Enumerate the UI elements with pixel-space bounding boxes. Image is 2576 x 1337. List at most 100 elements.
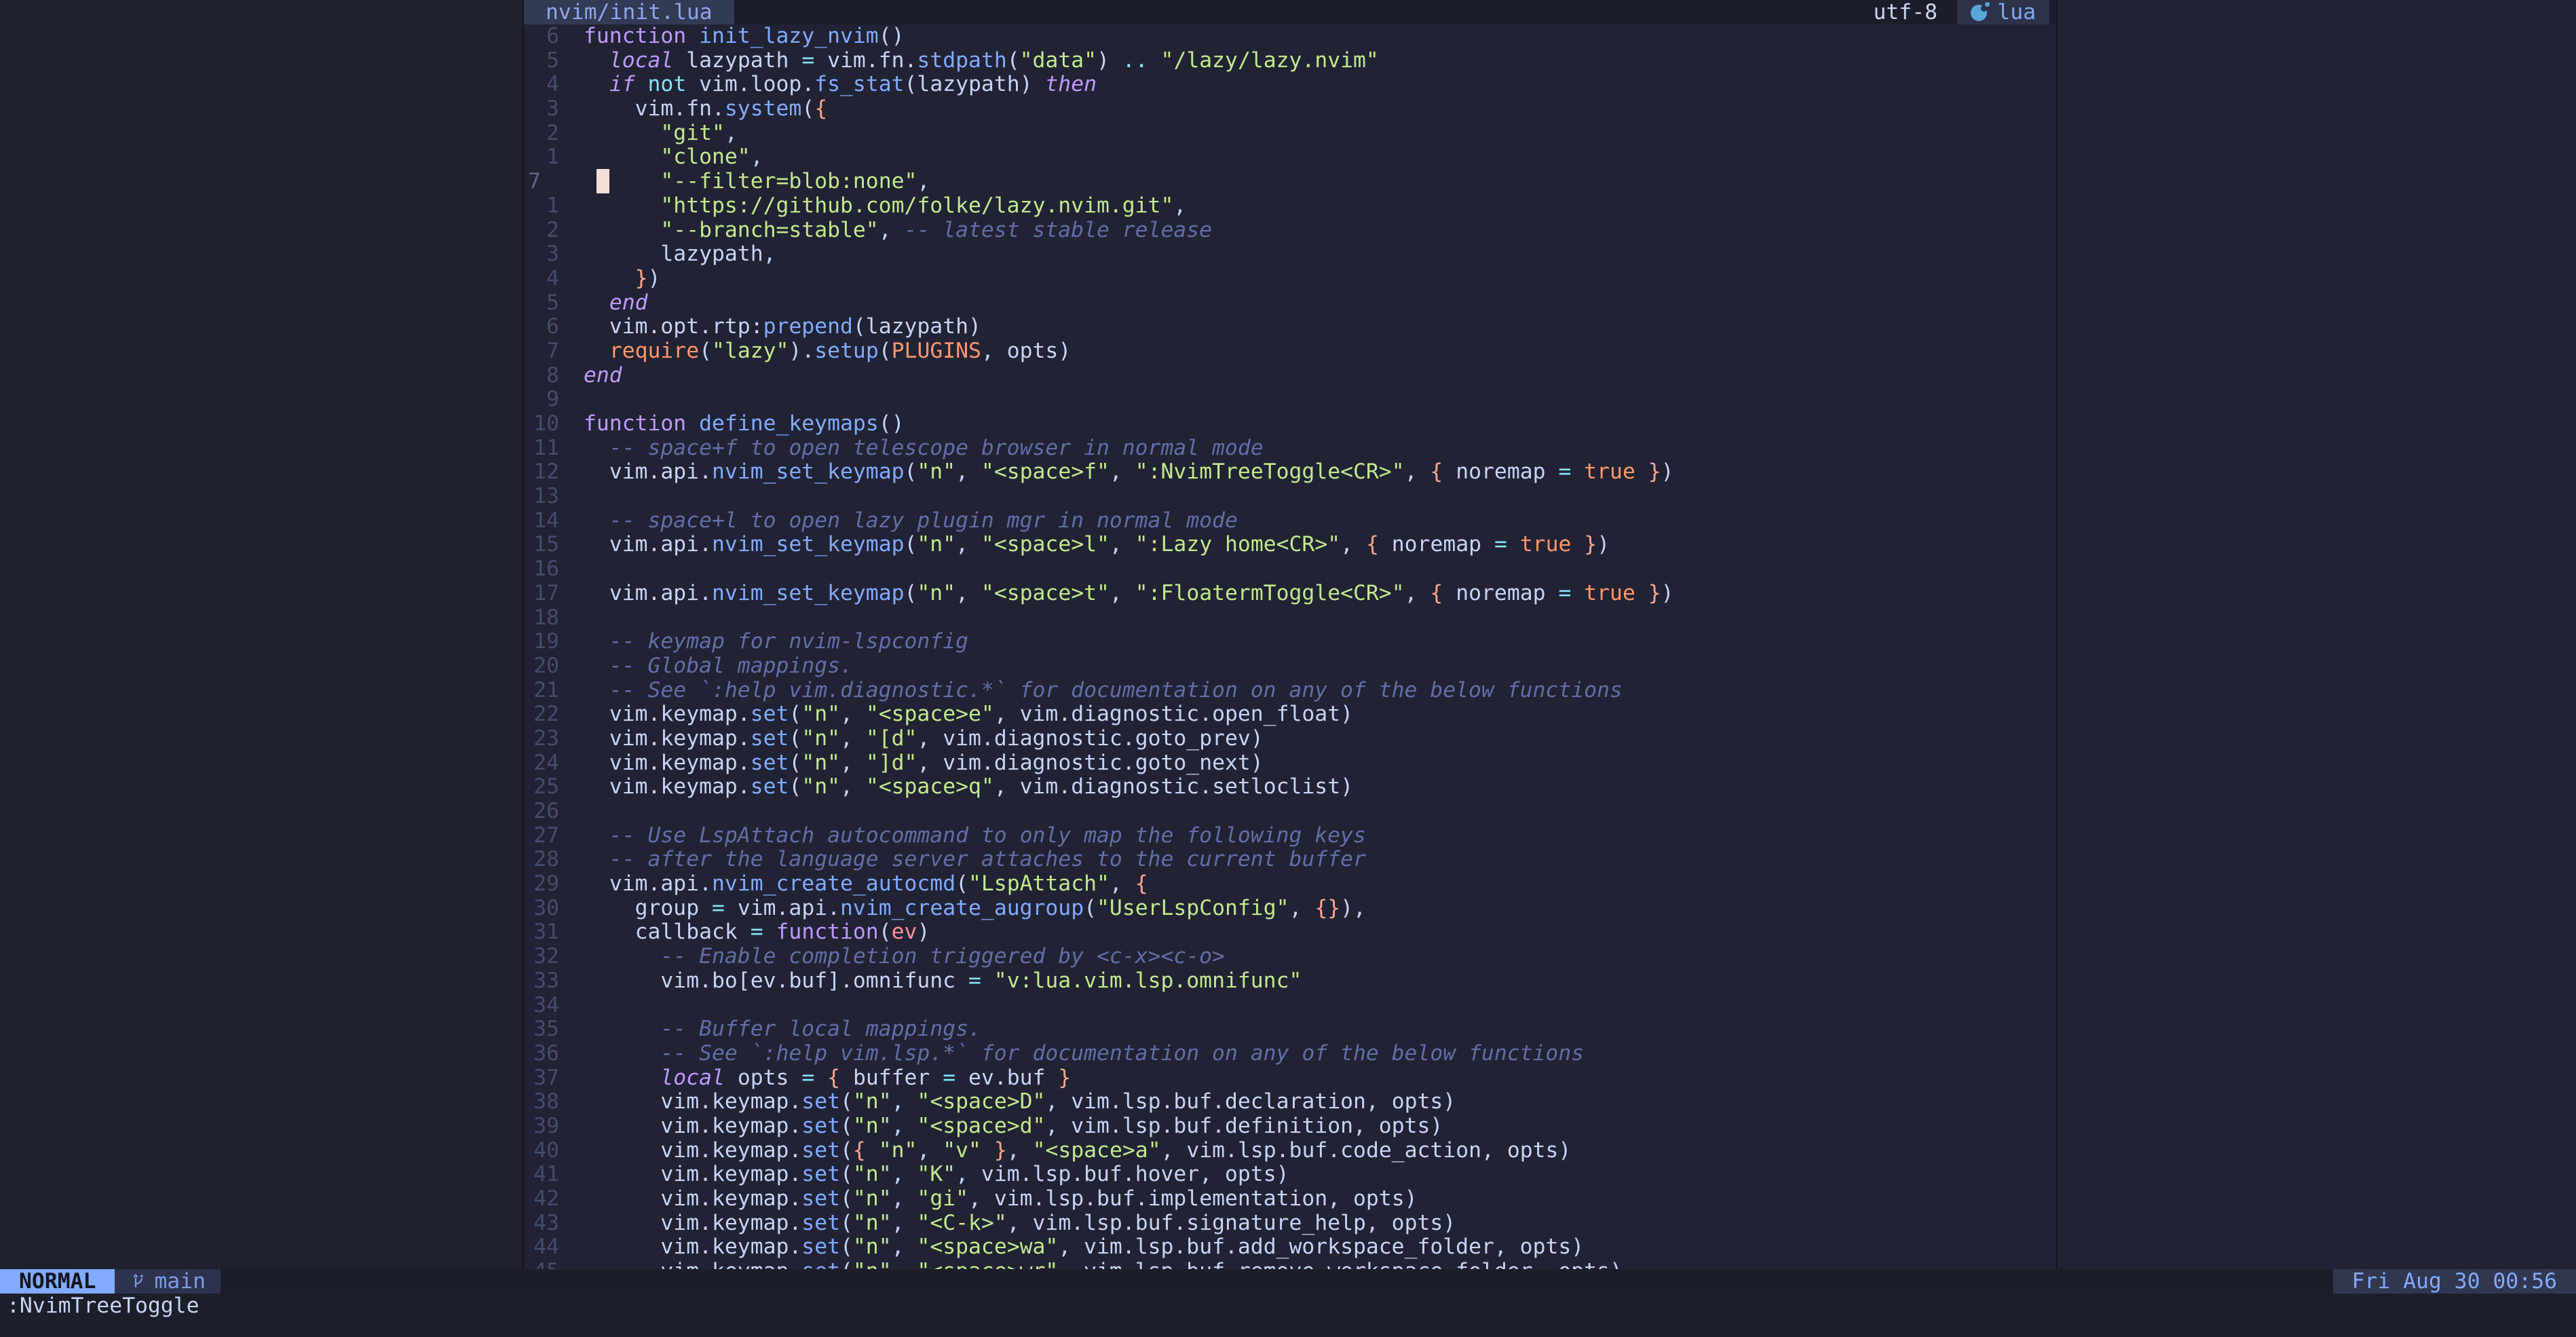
code-line[interactable]: 13 (524, 485, 2056, 509)
syntax-fg: , (892, 1235, 917, 1259)
syntax-op: = (751, 920, 776, 944)
line-number: 7 (524, 339, 559, 364)
code-line[interactable]: 11 -- space+f to open telescope browser … (524, 436, 2056, 461)
code-line[interactable]: 23 vim.keymap.set("n", "[d", vim.diagnos… (524, 727, 2056, 751)
line-number: 40 (524, 1139, 559, 1163)
syntax-fg: , vim.diagnostic.goto_prev) (917, 726, 1263, 751)
syntax-fg: , (1173, 193, 1186, 218)
code-line[interactable]: 7 require("lazy").setup(PLUGINS, opts) (524, 339, 2056, 364)
syntax-brc: { (1366, 532, 1392, 557)
syntax-fg: , vim.lsp.buf.implementation, opts) (968, 1186, 1417, 1211)
syntax-str: "<space>f" (981, 459, 1110, 484)
code-line[interactable]: 20 -- Global mappings. (524, 654, 2056, 679)
code-line[interactable]: 4 }) (524, 267, 2056, 291)
winbar: nvim/init.lua utf-8 lua (524, 0, 2056, 24)
syntax-brc: { (1430, 459, 1456, 484)
syntax-op: = (968, 968, 994, 993)
syntax-fg: , (879, 218, 905, 242)
syntax-fg: , (917, 169, 930, 193)
code-line[interactable]: 43 vim.keymap.set("n", "<C-k>", vim.lsp.… (524, 1211, 2056, 1236)
code-line[interactable]: 21 -- See `:help vim.diagnostic.*` for d… (524, 679, 2056, 703)
code-line[interactable]: 25 vim.keymap.set("n", "<space>q", vim.d… (524, 775, 2056, 799)
code-text: if not vim.loop.fs_stat(lazypath) then (584, 73, 1097, 97)
code-line[interactable]: 6function init_lazy_nvim() (524, 24, 2056, 49)
code-line[interactable]: 22 vim.keymap.set("n", "<space>e", vim.d… (524, 702, 2056, 727)
syntax-str: "n" (853, 1162, 892, 1186)
code-line[interactable]: 33 vim.bo[ev.buf].omnifunc = "v:lua.vim.… (524, 969, 2056, 994)
syntax-fn: set (801, 1138, 840, 1163)
syntax-op: = (712, 896, 738, 920)
code-line[interactable]: 26 (524, 799, 2056, 824)
window-separator-right (2056, 0, 2058, 1269)
syntax-com: -- space+f to open telescope browser in … (609, 436, 1264, 460)
code-line[interactable]: 1 "clone", (524, 145, 2056, 170)
code-line[interactable]: 38 vim.keymap.set("n", "<space>D", vim.l… (524, 1090, 2056, 1114)
line-number: 4 (524, 267, 559, 291)
syntax-fg: , (892, 1186, 917, 1211)
code-line[interactable]: 36 -- See `:help vim.lsp.*` for document… (524, 1042, 2056, 1066)
syntax-fg: ( (1084, 896, 1097, 920)
syntax-fg: , (892, 1114, 917, 1138)
code-line[interactable]: 8end (524, 364, 2056, 388)
syntax-fg: vim.bo[ev.buf].omnifunc (660, 968, 968, 993)
code-line[interactable]: 34 (524, 994, 2056, 1018)
code-line[interactable]: 3 lazypath, (524, 242, 2056, 267)
syntax-fg (584, 1162, 660, 1186)
code-line[interactable]: 9 (524, 388, 2056, 412)
syntax-fn: set (801, 1089, 840, 1114)
line-number: 10 (524, 412, 559, 436)
line-number: 31 (524, 920, 559, 945)
code-line[interactable]: 6 vim.opt.rtp:prepend(lazypath) (524, 315, 2056, 339)
filename-tab[interactable]: nvim/init.lua (524, 0, 734, 24)
syntax-fg: lazypath (686, 48, 801, 73)
code-line[interactable]: 15 vim.api.nvim_set_keymap("n", "<space>… (524, 533, 2056, 557)
code-text: -- See `:help vim.diagnostic.*` for docu… (584, 679, 1623, 703)
code-line[interactable]: 3 vim.fn.system({ (524, 97, 2056, 121)
line-number: 24 (524, 751, 559, 776)
code-line[interactable]: 18 (524, 606, 2056, 630)
syntax-fn: set (751, 702, 789, 726)
code-text: -- space+f to open telescope browser in … (584, 436, 1264, 461)
code-line[interactable]: 30 group = vim.api.nvim_create_augroup("… (524, 897, 2056, 921)
block-cursor (596, 169, 609, 193)
code-line[interactable]: 16 (524, 557, 2056, 582)
code-line[interactable]: 32 -- Enable completion triggered by <c-… (524, 945, 2056, 969)
code-line[interactable]: 2 "--branch=stable", -- latest stable re… (524, 219, 2056, 243)
syntax-str: "<space>d" (917, 1114, 1045, 1138)
code-text: vim.keymap.set("n", "]d", vim.diagnostic… (584, 751, 1264, 776)
code-line[interactable]: 44 vim.keymap.set("n", "<space>wa", vim.… (524, 1235, 2056, 1260)
line-number: 42 (524, 1187, 559, 1211)
code-line[interactable]: 28 -- after the language server attaches… (524, 848, 2056, 872)
code-line[interactable]: 24 vim.keymap.set("n", "]d", vim.diagnos… (524, 751, 2056, 776)
code-line[interactable]: 42 vim.keymap.set("n", "gi", vim.lsp.buf… (524, 1187, 2056, 1211)
code-line[interactable]: 41 vim.keymap.set("n", "K", vim.lsp.buf.… (524, 1163, 2056, 1187)
code-line[interactable]: 1 "https://github.com/folke/lazy.nvim.gi… (524, 194, 2056, 219)
code-line[interactable]: 45 vim.keymap.set("n", "<space>wr", vim.… (524, 1260, 2056, 1269)
syntax-str: "n" (801, 774, 840, 799)
code-line[interactable]: 2 "git", (524, 121, 2056, 146)
code-line[interactable]: 5 end (524, 291, 2056, 316)
code-line[interactable]: 37 local opts = { buffer = ev.buf } (524, 1066, 2056, 1091)
code-line[interactable]: 31 callback = function(ev) (524, 920, 2056, 945)
code-line[interactable]: 5 local lazypath = vim.fn.stdpath("data"… (524, 49, 2056, 73)
code-line[interactable]: 39 vim.keymap.set("n", "<space>d", vim.l… (524, 1114, 2056, 1139)
syntax-fg: ( (905, 532, 917, 557)
code-line[interactable]: 40 vim.keymap.set({ "n", "v" }, "<space>… (524, 1139, 2056, 1163)
syntax-fg: vim.api. (738, 896, 840, 920)
code-line[interactable]: 27 -- Use LspAttach autocommand to only … (524, 824, 2056, 848)
code-line[interactable]: 29 vim.api.nvim_create_autocmd("LspAttac… (524, 872, 2056, 897)
command-line[interactable]: :NvimTreeToggle (0, 1294, 2576, 1318)
syntax-fg (584, 1259, 660, 1269)
code-line[interactable]: 7 "--filter=blob:none", (524, 170, 2056, 194)
line-number: 1 (524, 145, 559, 170)
line-number: 17 (524, 582, 559, 606)
code-line[interactable]: 35 -- Buffer local mappings. (524, 1017, 2056, 1042)
code-line[interactable]: 14 -- space+l to open lazy plugin mgr in… (524, 509, 2056, 533)
syntax-str: "n" (801, 726, 840, 751)
code-line[interactable]: 19 -- keymap for nvim-lspconfig (524, 630, 2056, 654)
code-line[interactable]: 10function define_keymaps() (524, 412, 2056, 436)
code-line[interactable]: 4 if not vim.loop.fs_stat(lazypath) then (524, 73, 2056, 97)
syntax-fg (584, 823, 609, 848)
code-line[interactable]: 12 vim.api.nvim_set_keymap("n", "<space>… (524, 460, 2056, 485)
code-line[interactable]: 17 vim.api.nvim_set_keymap("n", "<space>… (524, 582, 2056, 606)
